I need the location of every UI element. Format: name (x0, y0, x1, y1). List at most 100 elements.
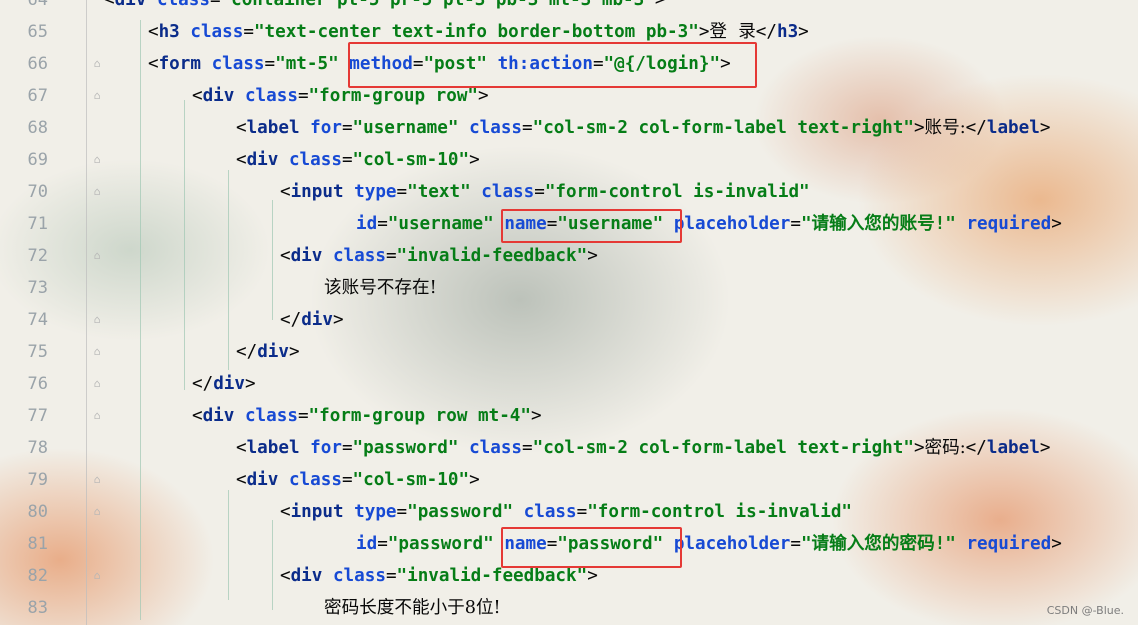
token-punc: > (1039, 118, 1051, 138)
code-text: </div> (236, 336, 300, 368)
token-punc: > (1039, 438, 1051, 458)
token-val: "username" (387, 214, 494, 234)
code-line[interactable]: 74 ⌂ </div> (0, 304, 1138, 336)
code-text: id="password" name="password" placeholde… (356, 528, 1062, 560)
token-punc: > (698, 22, 710, 42)
token-punc: = (341, 438, 353, 458)
line-number: 72 (27, 246, 48, 266)
token-punc: < (280, 246, 291, 266)
token-punc: </ (236, 342, 258, 362)
fold-marker-icon[interactable]: ⌂ (91, 186, 103, 198)
token-attr: class (244, 86, 298, 106)
token-punc (458, 438, 469, 458)
token-punc: < (148, 22, 159, 42)
token-val: "form-group row mt-4" (308, 406, 531, 426)
fold-marker-icon[interactable]: ⌂ (91, 314, 103, 326)
token-attr: required (966, 534, 1052, 554)
line-number: 69 (27, 150, 48, 170)
token-tag: form (158, 54, 201, 74)
code-text: <div class="col-sm-10"> (236, 144, 480, 176)
code-line[interactable]: 76 ⌂ </div> (0, 368, 1138, 400)
token-punc: > (244, 374, 256, 394)
token-attr: placeholder (673, 214, 791, 234)
token-punc: < (236, 150, 247, 170)
token-val: "请输入您的账号!" (800, 214, 956, 234)
code-line[interactable]: 64 <div class="container pt-5 pr-5 pl-3 p… (0, 0, 1138, 16)
token-attr: id (356, 214, 378, 234)
token-tag: h3 (158, 22, 180, 42)
token-attr: type (354, 502, 397, 522)
fold-marker-icon[interactable]: ⌂ (91, 570, 103, 582)
code-text: </div> (280, 304, 344, 336)
line-number: 66 (27, 54, 48, 74)
token-punc: < (236, 438, 247, 458)
code-line[interactable]: 73 该账号不存在! (0, 272, 1138, 304)
token-val: "col-sm-2 col-form-label text-right" (532, 438, 914, 458)
fold-marker-icon[interactable]: ⌂ (91, 474, 103, 486)
code-line[interactable]: 69 ⌂ <div class="col-sm-10"> (0, 144, 1138, 176)
token-punc (458, 118, 469, 138)
code-text: <label for="username" class="col-sm-2 co… (236, 112, 1050, 144)
token-val: "invalid-feedback" (396, 566, 588, 586)
token-val: "username" (352, 118, 459, 138)
line-number: 65 (27, 22, 48, 42)
token-val: "form-group row" (308, 86, 479, 106)
token-punc (300, 438, 311, 458)
highlight-password-name (501, 527, 682, 568)
code-line[interactable]: 79 ⌂ <div class="col-sm-10"> (0, 464, 1138, 496)
fold-marker-icon[interactable]: ⌂ (91, 250, 103, 262)
token-punc: </ (755, 22, 777, 42)
token-val: "请输入您的密码!" (800, 534, 956, 554)
token-val: "col-sm-2 col-form-label text-right" (532, 118, 914, 138)
token-attr: class (332, 566, 386, 586)
code-line[interactable]: 83 密码长度不能小于8位! (0, 592, 1138, 624)
line-number: 67 (27, 86, 48, 106)
token-tag: h3 (776, 22, 799, 42)
fold-marker-icon[interactable]: ⌂ (91, 346, 103, 358)
token-punc: = (341, 118, 353, 138)
token-punc: = (790, 534, 801, 554)
token-punc (322, 246, 333, 266)
token-val: "invalid-feedback" (396, 246, 588, 266)
code-line[interactable]: 68 <label for="username" class="col-sm-2 … (0, 112, 1138, 144)
fold-marker-icon[interactable]: ⌂ (91, 58, 103, 70)
line-number: 74 (27, 310, 48, 330)
token-punc: < (236, 118, 247, 138)
line-number: 75 (27, 342, 48, 362)
code-line[interactable]: 77 ⌂ <div class="form-group row mt-4"> (0, 400, 1138, 432)
token-punc: = (522, 118, 533, 138)
fold-marker-icon[interactable]: ⌂ (91, 90, 103, 102)
code-line[interactable]: 80 ⌂ <input type="password" class="form-co… (0, 496, 1138, 528)
line-number: 77 (27, 406, 48, 426)
token-punc: </ (280, 310, 302, 330)
token-punc: = (396, 182, 408, 202)
fold-marker-icon[interactable]: ⌂ (91, 506, 103, 518)
fold-marker-icon[interactable]: ⌂ (91, 410, 103, 422)
token-tag: div (202, 406, 235, 426)
code-line[interactable]: 75 ⌂ </div> (0, 336, 1138, 368)
token-punc: = (385, 246, 397, 266)
token-txt: 该账号不存在! (324, 278, 437, 298)
token-attr: class (469, 118, 523, 138)
code-line[interactable]: 70 ⌂ <input type="text" class="form-contro… (0, 176, 1138, 208)
token-attr: class (481, 182, 535, 202)
token-val: "password" (352, 438, 459, 458)
token-punc: > (1051, 214, 1062, 234)
token-attr: type (354, 182, 397, 202)
code-text: 该账号不存在! (324, 272, 437, 304)
token-punc: > (654, 0, 666, 10)
code-line[interactable]: 78 <label for="password" class="col-sm-2 … (0, 432, 1138, 464)
token-punc: < (192, 86, 203, 106)
token-punc: < (192, 406, 203, 426)
line-number: 76 (27, 374, 48, 394)
token-attr: class (288, 470, 342, 490)
token-tag: div (213, 374, 245, 394)
token-tag: div (290, 246, 323, 266)
token-val: "form-control is-invalid" (544, 182, 810, 202)
fold-marker-icon[interactable]: ⌂ (91, 154, 103, 166)
token-punc (234, 406, 245, 426)
code-line[interactable]: 72 ⌂ <div class="invalid-feedback"> (0, 240, 1138, 272)
fold-marker-icon[interactable]: ⌂ (91, 378, 103, 390)
token-punc: = (341, 470, 353, 490)
token-punc: </ (965, 118, 987, 138)
